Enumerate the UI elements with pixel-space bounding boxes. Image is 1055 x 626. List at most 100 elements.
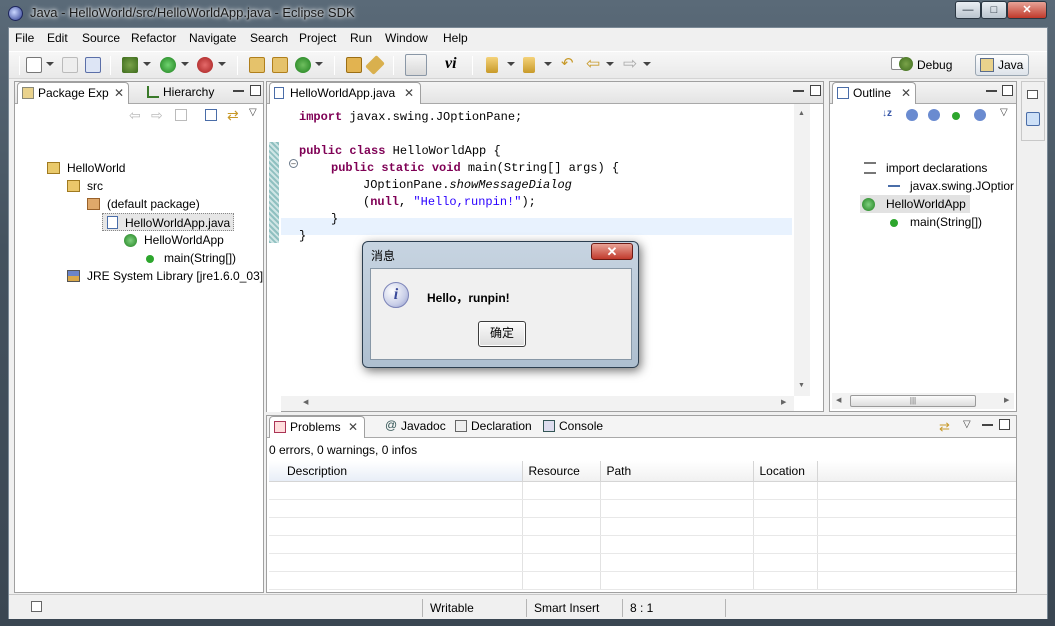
table-row[interactable]: [269, 499, 1016, 518]
tab-hierarchy[interactable]: Hierarchy: [143, 82, 225, 104]
hide-fields-icon[interactable]: [906, 109, 918, 121]
maximize-button[interactable]: □: [981, 1, 1007, 19]
chevron-down-icon[interactable]: [544, 62, 552, 66]
new-icon[interactable]: [26, 57, 42, 73]
scroll-thumb[interactable]: |||: [850, 395, 976, 407]
print-icon[interactable]: [85, 57, 101, 73]
view-menu-icon[interactable]: ▽: [963, 419, 971, 430]
save-icon[interactable]: [62, 57, 78, 73]
chevron-down-icon[interactable]: [46, 62, 54, 66]
tree-item-jre-library[interactable]: JRE System Library [jre1.6.0_03]: [65, 267, 263, 285]
run-icon[interactable]: [160, 57, 176, 73]
fold-minus-icon[interactable]: –: [289, 159, 298, 168]
title-bar[interactable]: Java - HelloWorld/src/HelloWorldApp.java…: [0, 0, 1055, 26]
code-line-3[interactable]: public class HelloWorldApp {: [299, 143, 501, 160]
hide-static-icon[interactable]: [928, 109, 940, 121]
java-perspective-button[interactable]: Java: [975, 54, 1029, 76]
code-line-1[interactable]: import javax.swing.JOptionPane;: [299, 109, 522, 126]
minimize-view-icon[interactable]: [986, 90, 997, 92]
scroll-right-icon[interactable]: ▶: [781, 398, 786, 406]
minimize-button[interactable]: —: [955, 1, 981, 19]
debug-icon[interactable]: [122, 57, 138, 73]
close-icon[interactable]: ✕: [404, 83, 414, 103]
view-menu-icon[interactable]: ▽: [249, 107, 257, 118]
forward-arrow-icon[interactable]: ⇨: [623, 55, 639, 73]
column-description[interactable]: Description: [269, 461, 523, 482]
scroll-down-icon[interactable]: ▼: [798, 382, 805, 389]
maximize-view-icon[interactable]: [250, 85, 261, 96]
table-row[interactable]: [269, 553, 1016, 572]
tab-javadoc[interactable]: @ Javadoc: [381, 416, 451, 438]
new-class-icon[interactable]: [272, 57, 288, 73]
menu-window[interactable]: Window: [385, 31, 428, 45]
forward-icon[interactable]: ⇨: [151, 107, 163, 124]
back-icon[interactable]: ⇦: [129, 107, 141, 124]
code-line-7[interactable]: }: [331, 211, 338, 228]
toggle-mark-occurrences-icon[interactable]: [405, 54, 427, 76]
chevron-down-icon[interactable]: [143, 62, 151, 66]
minimize-view-icon[interactable]: [793, 90, 804, 92]
open-type-icon[interactable]: [346, 57, 362, 73]
column-resource[interactable]: Resource: [522, 461, 601, 482]
column-location[interactable]: Location: [753, 461, 818, 482]
outline-import-item[interactable]: javax.swing.JOptior: [886, 177, 1016, 195]
outline-class[interactable]: HelloWorldApp: [860, 195, 970, 213]
restore-icon[interactable]: [1027, 90, 1038, 99]
outline-method[interactable]: main(String[]): [886, 213, 982, 231]
view-menu-icon[interactable]: ▽: [1000, 107, 1008, 118]
external-tools-icon[interactable]: [197, 57, 213, 73]
previous-annotation-icon[interactable]: [523, 57, 535, 73]
code-line-5[interactable]: JOptionPane.showMessageDialog: [363, 177, 572, 194]
vertical-scrollbar[interactable]: ▲ ▼: [794, 104, 810, 396]
table-row[interactable]: [269, 517, 1016, 536]
link-with-editor-icon[interactable]: ⇄: [227, 107, 239, 124]
code-line-4[interactable]: public static void main(String[] args) {: [331, 160, 619, 177]
outline-import-declarations[interactable]: import declarations: [862, 159, 987, 177]
last-edit-location-icon[interactable]: ↶: [561, 56, 577, 73]
table-row[interactable]: [269, 535, 1016, 554]
next-annotation-icon[interactable]: [486, 57, 498, 73]
close-icon[interactable]: ✕: [114, 83, 124, 103]
tab-package-explorer[interactable]: Package Exp ✕: [17, 82, 129, 104]
tab-helloworldapp-java[interactable]: HelloWorldApp.java ✕: [269, 82, 421, 104]
code-line-8[interactable]: }: [299, 228, 306, 245]
menu-source[interactable]: Source: [82, 31, 120, 45]
tab-console[interactable]: Console: [539, 416, 609, 438]
horizontal-scrollbar[interactable]: ◀ ▶: [281, 396, 794, 411]
maximize-view-icon[interactable]: [810, 85, 821, 96]
minimize-view-icon[interactable]: [233, 90, 244, 92]
filter-icon[interactable]: ⇄: [939, 419, 950, 435]
collapse-all-icon[interactable]: [205, 109, 217, 121]
debug-perspective-button[interactable]: Debug: [897, 54, 952, 76]
table-row[interactable]: [269, 481, 1016, 500]
up-icon[interactable]: [175, 109, 187, 121]
chevron-down-icon[interactable]: [315, 62, 323, 66]
tab-declaration[interactable]: Declaration: [451, 416, 539, 438]
dialog-close-button[interactable]: ✕: [591, 243, 633, 260]
hide-non-public-icon[interactable]: [952, 112, 960, 120]
chevron-down-icon[interactable]: [181, 62, 189, 66]
menu-refactor[interactable]: Refactor: [131, 31, 176, 45]
chevron-down-icon[interactable]: [606, 62, 614, 66]
maximize-view-icon[interactable]: [1002, 85, 1013, 96]
maximize-view-icon[interactable]: [999, 419, 1010, 430]
tree-item-src[interactable]: src: [65, 177, 103, 195]
ok-button[interactable]: 确定: [478, 321, 526, 347]
java-help-icon[interactable]: [1026, 112, 1040, 126]
scroll-left-icon[interactable]: ◀: [836, 396, 841, 404]
hide-local-types-icon[interactable]: [974, 109, 986, 121]
scroll-left-icon[interactable]: ◀: [303, 398, 308, 406]
menu-edit[interactable]: Edit: [47, 31, 68, 45]
search-icon[interactable]: [365, 55, 385, 75]
tree-item-java-file[interactable]: HelloWorldApp.java: [102, 213, 235, 231]
vi-mode-icon[interactable]: vi: [445, 56, 465, 73]
menu-run[interactable]: Run: [350, 31, 372, 45]
menu-navigate[interactable]: Navigate: [189, 31, 236, 45]
menu-help[interactable]: Help: [443, 31, 468, 45]
tab-outline[interactable]: Outline ✕: [832, 82, 916, 104]
new-java-class-icon[interactable]: [295, 57, 311, 73]
tab-problems[interactable]: Problems ✕: [269, 416, 365, 438]
fast-view-icon[interactable]: [31, 601, 42, 612]
scroll-up-icon[interactable]: ▲: [798, 110, 805, 117]
chevron-down-icon[interactable]: [507, 62, 515, 66]
